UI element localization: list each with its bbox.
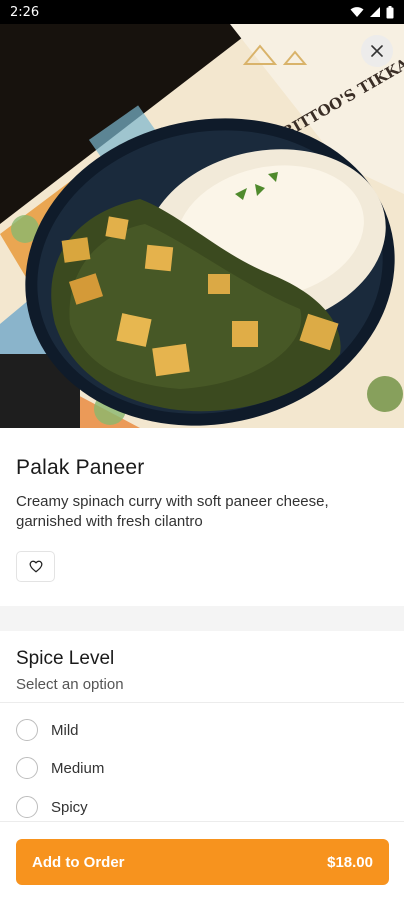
section-separator — [0, 606, 404, 631]
status-time: 2:26 — [10, 4, 40, 20]
status-bar: 2:26 — [0, 0, 404, 24]
battery-icon — [386, 5, 394, 18]
option-mild[interactable]: Mild — [16, 719, 79, 741]
divider — [0, 702, 404, 703]
close-button[interactable] — [361, 35, 393, 67]
option-group-subtitle: Select an option — [16, 676, 124, 693]
option-group-title: Spice Level — [16, 648, 115, 669]
add-to-order-label: Add to Order — [32, 853, 125, 871]
option-medium[interactable]: Medium — [16, 757, 104, 779]
radio-button[interactable] — [16, 757, 38, 779]
spice-level-section: Spice Level Select an option Mild Medium… — [0, 631, 404, 821]
option-label: Spicy — [51, 798, 88, 816]
order-price: $18.00 — [327, 853, 373, 871]
option-spicy[interactable]: Spicy — [16, 796, 88, 818]
radio-button[interactable] — [16, 796, 38, 818]
favorite-button[interactable] — [16, 551, 55, 582]
dish-photo: BITTOO'S TIKKA — [0, 24, 404, 428]
option-label: Medium — [51, 759, 105, 777]
heart-outline-icon — [29, 560, 42, 573]
radio-button[interactable] — [16, 719, 38, 741]
wifi-icon — [350, 7, 364, 17]
dish-description: Creamy spinach curry with soft paneer ch… — [16, 493, 329, 530]
status-icons — [350, 5, 394, 19]
dish-name: Palak Paneer — [16, 456, 145, 479]
order-footer: Add to Order $18.00 — [0, 821, 404, 900]
add-to-order-button[interactable]: Add to Order $18.00 — [16, 839, 389, 885]
signal-icon — [370, 7, 380, 17]
close-icon — [371, 45, 383, 57]
dish-details: Palak Paneer Creamy spinach curry with s… — [0, 428, 404, 606]
option-label: Mild — [51, 721, 79, 739]
dish-illustration: BITTOO'S TIKKA — [0, 24, 404, 428]
